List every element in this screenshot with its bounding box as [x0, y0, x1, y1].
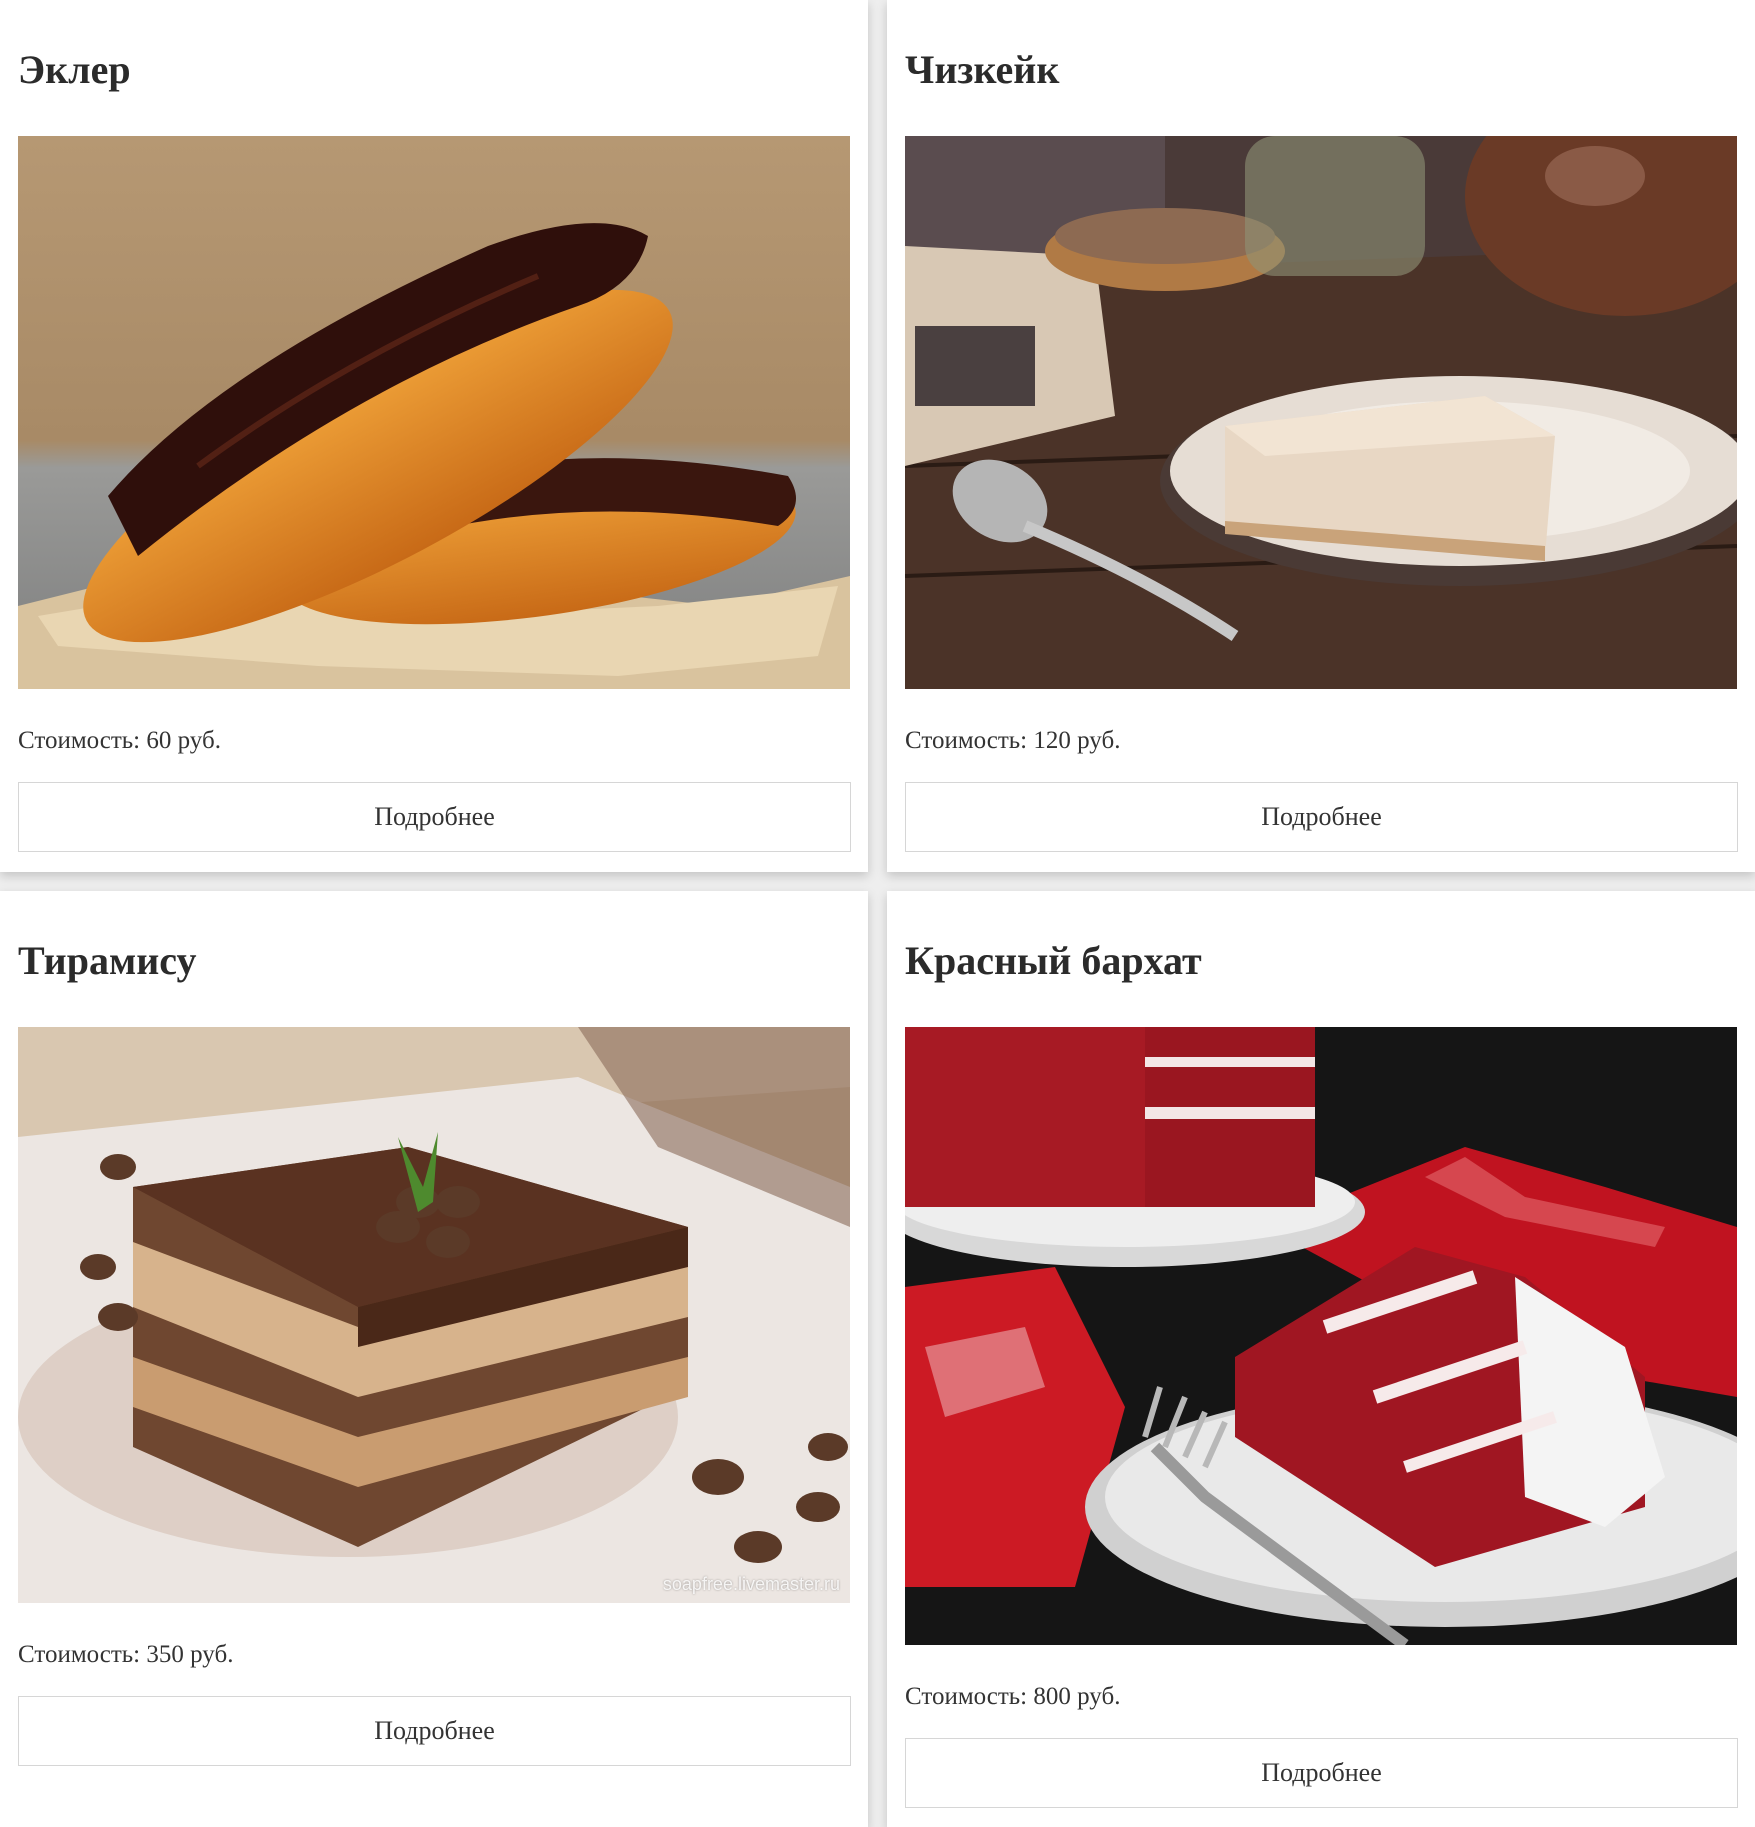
product-card-tiramisu: Тирамису soapfree.livemaster.ru Стоимост… — [0, 891, 868, 1827]
product-title: Эклер — [18, 47, 131, 92]
product-card-eclair: Эклер Стоимость: 60 руб. Подробнее — [0, 0, 868, 872]
cheesecake-photo — [905, 136, 1737, 689]
product-title: Тирамису — [18, 938, 197, 983]
details-button[interactable]: Подробнее — [905, 782, 1738, 852]
eclair-photo — [18, 136, 850, 689]
product-price: Стоимость: 120 руб. — [905, 727, 1121, 754]
product-price: Стоимость: 350 руб. — [18, 1641, 234, 1668]
red-velvet-photo — [905, 1027, 1737, 1645]
details-button[interactable]: Подробнее — [18, 1696, 851, 1766]
product-card-red-velvet: Красный бархат Стоимость: 800 руб. Подро… — [887, 891, 1755, 1827]
product-title: Чизкейк — [905, 47, 1060, 92]
details-button[interactable]: Подробнее — [18, 782, 851, 852]
product-title: Красный бархат — [905, 938, 1202, 983]
product-grid: Эклер Стоимость: 60 руб. Подробнее Чизке… — [0, 0, 1755, 1827]
product-card-cheesecake: Чизкейк Стоимость: 120 руб. Подробнее — [887, 0, 1755, 872]
product-price: Стоимость: 60 руб. — [18, 727, 221, 754]
tiramisu-photo: soapfree.livemaster.ru — [18, 1027, 850, 1603]
details-button[interactable]: Подробнее — [905, 1738, 1738, 1808]
product-price: Стоимость: 800 руб. — [905, 1683, 1121, 1710]
image-watermark: soapfree.livemaster.ru — [662, 1574, 840, 1594]
